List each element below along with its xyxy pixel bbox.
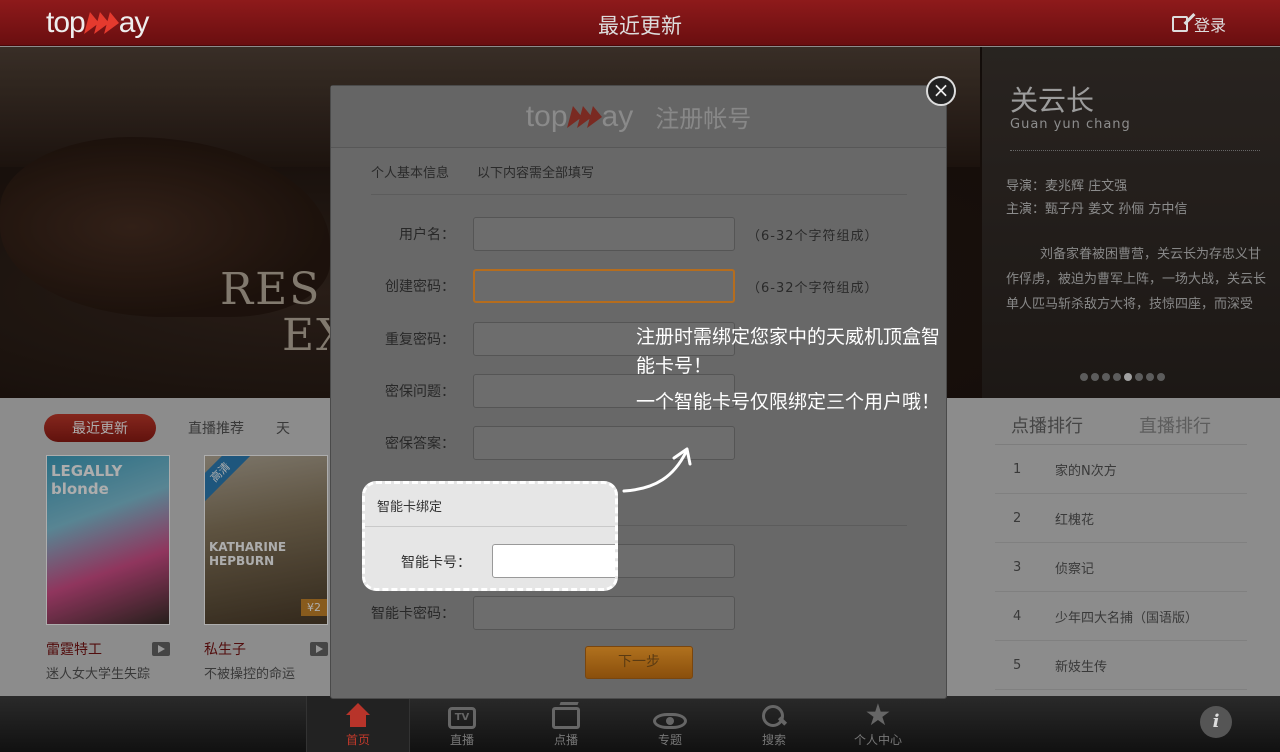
- login-button[interactable]: 登录: [1171, 12, 1226, 36]
- card-password-input[interactable]: [473, 596, 735, 630]
- username-label: 用户名：: [399, 227, 455, 243]
- card-password-label: 智能卡密码：: [371, 606, 455, 622]
- modal-logo: top ay: [526, 100, 633, 134]
- nav-profile[interactable]: ★ 个人中心: [826, 696, 930, 752]
- star-icon: ★: [864, 698, 892, 733]
- smart-card-number-label: 智能卡号：: [401, 555, 471, 571]
- modal-logo-left: top: [525, 99, 568, 133]
- repeat-password-label: 重复密码：: [385, 332, 455, 348]
- password-label: 创建密码：: [385, 279, 455, 295]
- nav-topics[interactable]: 专题: [618, 696, 722, 752]
- nav-label: 直播: [449, 733, 474, 747]
- guide-tip: 注册时需绑定您家中的天威机顶盒智能卡号！ 一个智能卡号仅限绑定三个用户哦！: [636, 323, 946, 417]
- next-button[interactable]: 下一步: [585, 646, 693, 679]
- bottom-nav-bar: 首页 TV 直播 点播 专题 搜索 ★ 个人中心 i: [0, 696, 1280, 752]
- username-row: 用户名： （6-32个字符组成）: [331, 217, 879, 251]
- section-header: 个人基本信息 以下内容需全部填写: [371, 162, 907, 195]
- password-row: 创建密码： （6-32个字符组成）: [331, 269, 879, 303]
- nav-label: 点播: [553, 733, 578, 747]
- section-label: 个人基本信息: [371, 166, 450, 181]
- smart-card-highlight: 智能卡绑定 智能卡号：: [362, 481, 618, 591]
- tv-icon: TV: [448, 707, 476, 729]
- info-button[interactable]: i: [1200, 706, 1232, 738]
- tip-line-1: 注册时需绑定您家中的天威机顶盒智能卡号！: [636, 326, 941, 377]
- nav-vod[interactable]: 点播: [514, 696, 618, 752]
- logo-arrows-icon: [566, 105, 605, 128]
- film-icon: [552, 707, 580, 729]
- edit-icon: [1171, 16, 1188, 32]
- nav-label: 首页: [345, 733, 370, 747]
- search-icon: [760, 703, 788, 729]
- username-hint: （6-32个字符组成）: [747, 228, 879, 244]
- smart-card-section-title: 智能卡绑定: [377, 500, 443, 515]
- divider: [365, 526, 615, 527]
- nav-label: 搜索: [761, 733, 786, 747]
- nav-search[interactable]: 搜索: [722, 696, 826, 752]
- password-input[interactable]: [473, 269, 735, 303]
- modal-header: top ay 注册帐号: [331, 86, 946, 148]
- modal-title: 注册帐号: [655, 105, 752, 133]
- login-label: 登录: [1193, 16, 1226, 35]
- security-answer-label: 密保答案：: [385, 436, 455, 452]
- close-button[interactable]: ×: [926, 76, 956, 106]
- tip-line-2: 一个智能卡号仅限绑定三个用户哦！: [636, 391, 941, 413]
- password-hint: （6-32个字符组成）: [747, 280, 879, 296]
- nav-label: 专题: [657, 733, 682, 747]
- nav-label: 个人中心: [853, 733, 902, 747]
- smart-card-number-input[interactable]: [492, 544, 615, 578]
- security-question-label: 密保问题：: [385, 384, 455, 400]
- modal-logo-right: ay: [601, 99, 634, 133]
- nav-home[interactable]: 首页: [306, 696, 410, 752]
- top-bar: top ay 最近更新 登录: [0, 0, 1280, 46]
- page-title: 最近更新: [598, 14, 682, 38]
- nav-live[interactable]: TV 直播: [410, 696, 514, 752]
- curved-arrow-icon: [622, 447, 692, 493]
- username-input[interactable]: [473, 217, 735, 251]
- section-note: 以下内容需全部填写: [477, 166, 595, 181]
- eye-icon: [653, 713, 687, 729]
- home-icon: [344, 703, 372, 729]
- card-password-row: 智能卡密码：: [331, 596, 735, 630]
- bottom-nav: 首页 TV 直播 点播 专题 搜索 ★ 个人中心: [306, 696, 930, 752]
